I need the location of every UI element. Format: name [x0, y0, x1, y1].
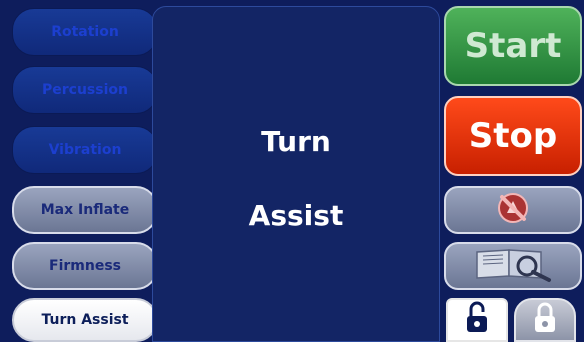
percussion-button[interactable]: Percussion: [12, 66, 158, 114]
manual-search-icon: [467, 244, 559, 288]
alarm-mute-icon: [491, 191, 535, 229]
turn-assist-label: Turn Assist: [41, 312, 129, 328]
vibration-label: Vibration: [48, 142, 122, 158]
manual-button[interactable]: [444, 242, 582, 290]
unlocked-padlock-icon: [464, 300, 490, 340]
unlock-button[interactable]: [446, 298, 508, 342]
lock-button[interactable]: [514, 298, 576, 342]
stop-label: Stop: [468, 116, 558, 156]
start-label: Start: [464, 26, 562, 66]
mode-display-panel: Turn Assist: [152, 6, 440, 342]
vibration-button[interactable]: Vibration: [12, 126, 158, 174]
max-inflate-label: Max Inflate: [40, 202, 130, 218]
start-button[interactable]: Start: [444, 6, 582, 86]
percussion-label: Percussion: [42, 82, 128, 98]
locked-padlock-icon: [532, 300, 558, 340]
alarm-mute-button[interactable]: [444, 186, 582, 234]
mode-title-line1: Turn: [261, 125, 331, 158]
rotation-button[interactable]: Rotation: [12, 8, 158, 56]
control-screen: Rotation Percussion Vibration Max Inflat…: [0, 0, 584, 342]
firmness-button[interactable]: Firmness: [12, 242, 158, 290]
mode-title-line2: Assist: [248, 199, 344, 232]
turn-assist-button[interactable]: Turn Assist: [12, 298, 158, 342]
stop-button[interactable]: Stop: [444, 96, 582, 176]
firmness-label: Firmness: [49, 258, 121, 274]
rotation-label: Rotation: [51, 24, 119, 40]
max-inflate-button[interactable]: Max Inflate: [12, 186, 158, 234]
